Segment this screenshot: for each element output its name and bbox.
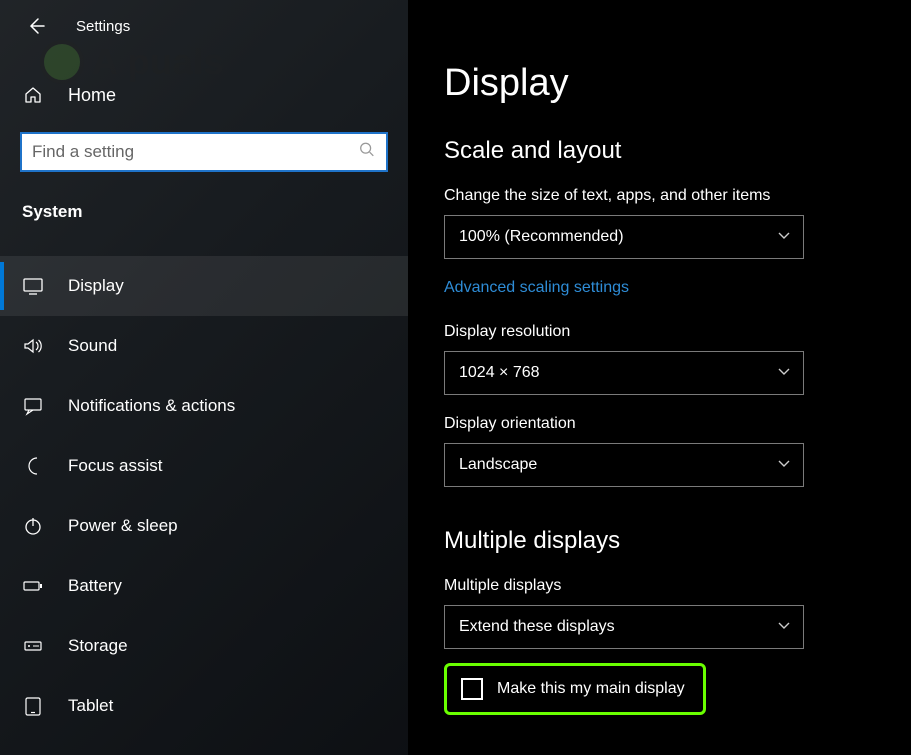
multiple-displays-dropdown[interactable]: Extend these displays <box>444 605 804 649</box>
nav-list: Display Sound Notifications & actions Fo… <box>0 256 408 736</box>
storage-icon <box>22 635 44 657</box>
scale-label: Change the size of text, apps, and other… <box>444 187 875 205</box>
nav-label: Tablet <box>68 696 113 716</box>
back-button[interactable] <box>24 14 48 38</box>
nav-label: Notifications & actions <box>68 396 235 416</box>
chevron-down-icon <box>777 228 791 247</box>
advanced-scaling-link[interactable]: Advanced scaling settings <box>444 279 629 297</box>
back-arrow-icon <box>26 16 46 36</box>
scale-dropdown-value: 100% (Recommended) <box>459 228 624 246</box>
resolution-dropdown[interactable]: 1024 × 768 <box>444 351 804 395</box>
nav-label: Battery <box>68 576 122 596</box>
multi-section-heading: Multiple displays <box>444 527 875 555</box>
nav-item-focus-assist[interactable]: Focus assist <box>0 436 408 496</box>
main-display-checkbox-row[interactable]: Make this my main display <box>444 663 706 715</box>
scale-section-heading: Scale and layout <box>444 137 875 165</box>
nav-label: Focus assist <box>68 456 162 476</box>
search-input[interactable] <box>20 132 388 172</box>
nav-label: Sound <box>68 336 117 356</box>
nav-label: Display <box>68 276 124 296</box>
nav-label: Power & sleep <box>68 516 178 536</box>
multi-label: Multiple displays <box>444 577 875 595</box>
category-header: System <box>0 172 408 234</box>
home-icon <box>22 84 44 106</box>
chevron-down-icon <box>777 618 791 637</box>
content-pane: Display Scale and layout Change the size… <box>408 0 911 755</box>
chevron-down-icon <box>777 364 791 383</box>
orientation-dropdown-value: Landscape <box>459 456 537 474</box>
nav-item-sound[interactable]: Sound <box>0 316 408 376</box>
nav-item-power-sleep[interactable]: Power & sleep <box>0 496 408 556</box>
nav-item-display[interactable]: Display <box>0 256 408 316</box>
page-heading: Display <box>444 62 875 105</box>
settings-sidebar: A puals Settings Home System Display <box>0 0 408 755</box>
chevron-down-icon <box>777 456 791 475</box>
home-nav-item[interactable]: Home <box>0 42 408 106</box>
nav-item-notifications[interactable]: Notifications & actions <box>0 376 408 436</box>
orientation-label: Display orientation <box>444 415 875 433</box>
power-icon <box>22 515 44 537</box>
battery-icon <box>22 575 44 597</box>
multiple-displays-value: Extend these displays <box>459 618 615 636</box>
nav-item-storage[interactable]: Storage <box>0 616 408 676</box>
message-icon <box>22 395 44 417</box>
monitor-icon <box>22 275 44 297</box>
tablet-icon <box>22 695 44 717</box>
scale-dropdown[interactable]: 100% (Recommended) <box>444 215 804 259</box>
moon-icon <box>22 455 44 477</box>
checkbox-icon <box>461 678 483 700</box>
main-display-label: Make this my main display <box>497 680 685 698</box>
window-title: Settings <box>76 18 130 35</box>
nav-label: Storage <box>68 636 128 656</box>
nav-item-tablet[interactable]: Tablet <box>0 676 408 736</box>
resolution-dropdown-value: 1024 × 768 <box>459 364 540 382</box>
nav-item-battery[interactable]: Battery <box>0 556 408 616</box>
home-label: Home <box>68 85 116 106</box>
sound-icon <box>22 335 44 357</box>
resolution-label: Display resolution <box>444 323 875 341</box>
orientation-dropdown[interactable]: Landscape <box>444 443 804 487</box>
